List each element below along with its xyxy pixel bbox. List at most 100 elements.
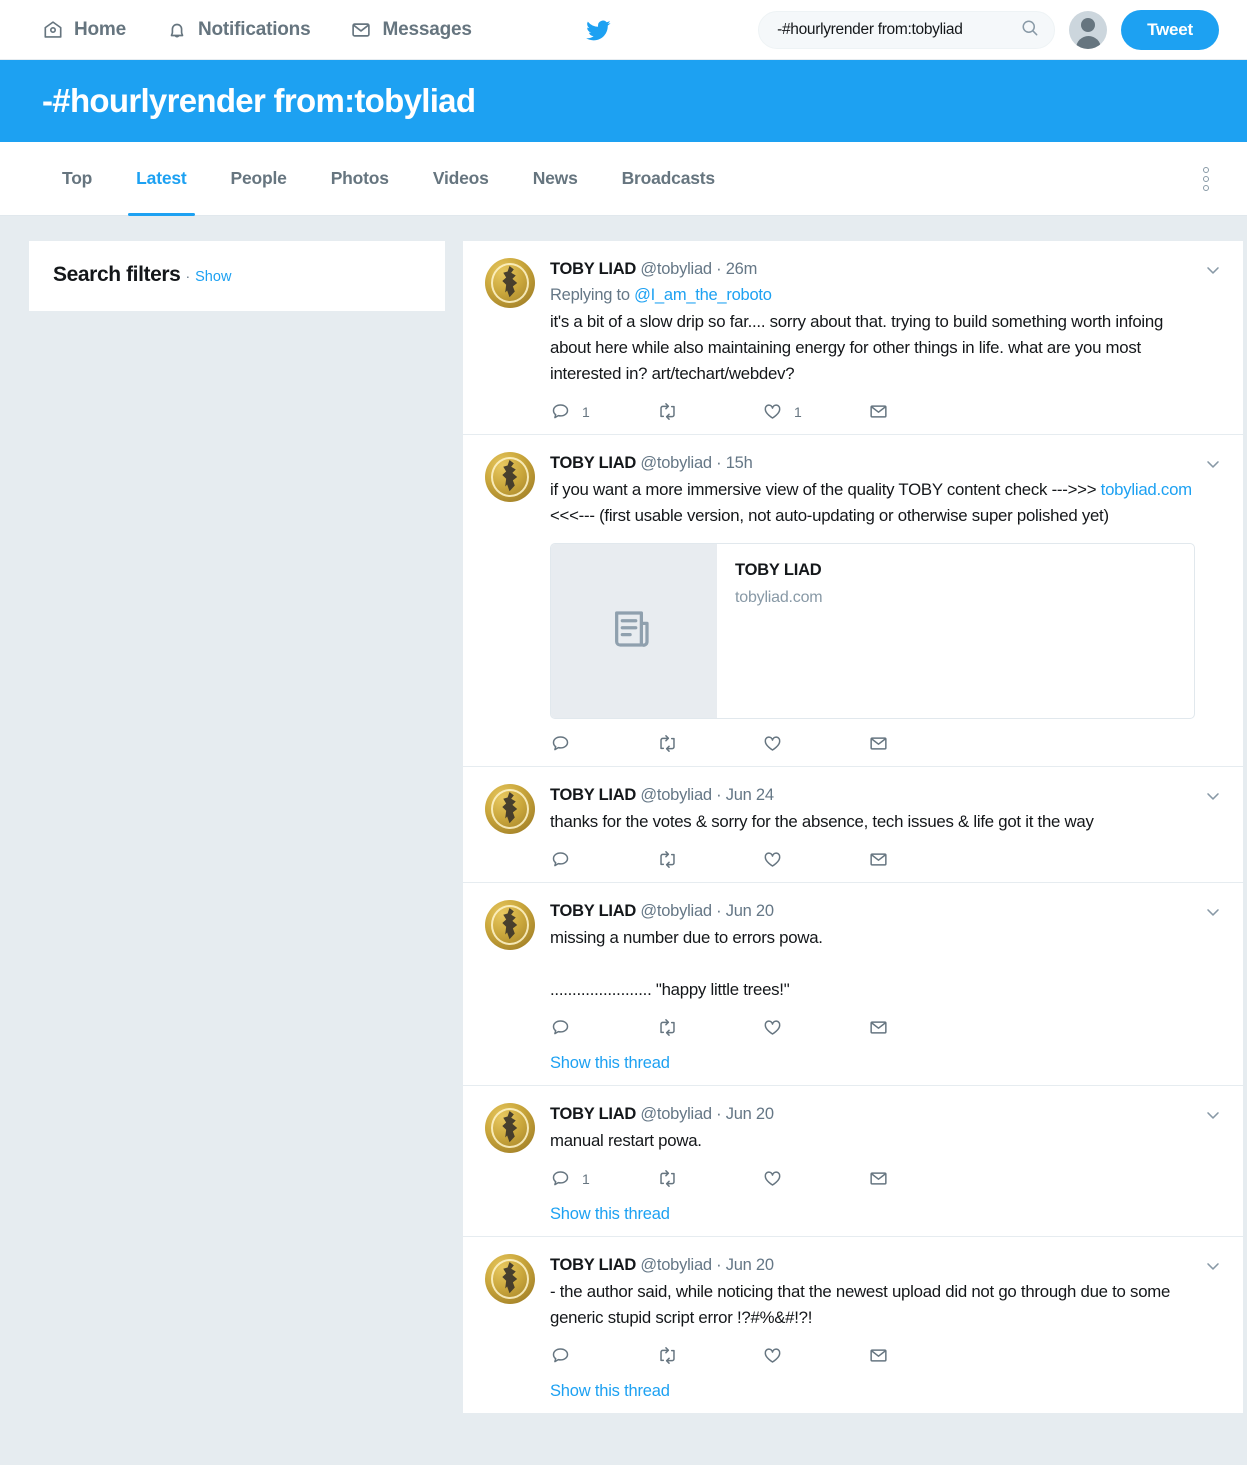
tweet-author-handle[interactable]: @tobyliad <box>640 902 712 920</box>
retweet-icon <box>656 849 679 870</box>
chevron-down-icon[interactable] <box>1203 1256 1223 1276</box>
reply-action[interactable]: 1 <box>550 1168 656 1189</box>
chevron-down-icon[interactable] <box>1203 454 1223 474</box>
tweet-timestamp[interactable]: Jun 24 <box>726 786 774 804</box>
chevron-down-icon[interactable] <box>1203 902 1223 922</box>
tab-videos[interactable]: Videos <box>411 142 511 216</box>
tweet-item[interactable]: TOBY LIAD @tobyliad · Jun 20 manual rest… <box>463 1086 1243 1237</box>
tab-people[interactable]: People <box>209 142 309 216</box>
tab-news[interactable]: News <box>511 142 600 216</box>
nav-item-notifications[interactable]: Notifications <box>166 19 311 41</box>
chevron-down-icon[interactable] <box>1203 260 1223 280</box>
tweet-author-handle[interactable]: @tobyliad <box>640 786 712 804</box>
tweet-text: if you want a more immersive view of the… <box>550 477 1195 529</box>
tab-top[interactable]: Top <box>40 142 114 216</box>
like-action[interactable] <box>762 1345 868 1366</box>
separator: · <box>716 786 722 804</box>
dm-action[interactable] <box>868 401 974 422</box>
dm-action[interactable] <box>868 1345 974 1366</box>
search-tab-bar: Top Latest People Photos Videos News Bro… <box>0 142 1247 216</box>
tweet-author-name[interactable]: TOBY LIAD <box>550 1256 636 1274</box>
account-avatar[interactable] <box>1069 11 1108 49</box>
avatar[interactable] <box>485 1254 535 1304</box>
tab-latest[interactable]: Latest <box>114 142 208 216</box>
tab-photos[interactable]: Photos <box>309 142 411 216</box>
retweet-action[interactable] <box>656 849 762 870</box>
reply-action[interactable] <box>550 1345 656 1366</box>
like-action[interactable] <box>762 733 868 754</box>
tweet-header: TOBY LIAD @tobyliad · Jun 20 <box>550 1103 1195 1125</box>
search-icon[interactable] <box>1020 18 1040 43</box>
reply-action[interactable] <box>550 1017 656 1038</box>
dm-action[interactable] <box>868 1017 974 1038</box>
like-action[interactable] <box>762 1017 868 1038</box>
like-action[interactable] <box>762 1168 868 1189</box>
avatar[interactable] <box>485 784 535 834</box>
tab-broadcasts[interactable]: Broadcasts <box>600 142 737 216</box>
tweet-item[interactable]: TOBY LIAD @tobyliad · Jun 20 - the autho… <box>463 1237 1243 1413</box>
tweet-timestamp[interactable]: Jun 20 <box>726 1105 774 1123</box>
like-action[interactable]: 1 <box>762 401 868 422</box>
show-thread-link[interactable]: Show this thread <box>550 1205 1195 1224</box>
retweet-action[interactable] <box>656 1345 762 1366</box>
tweet-text-line-1: missing a number due to errors powa. <box>550 928 823 947</box>
direct-message-icon <box>868 1017 889 1038</box>
tweet-timestamp[interactable]: 26m <box>726 260 758 278</box>
avatar[interactable] <box>485 452 535 502</box>
overflow-dot <box>1203 166 1209 173</box>
separator: · <box>716 454 722 472</box>
nav-item-home[interactable]: Home <box>42 19 126 41</box>
chevron-down-icon[interactable] <box>1203 786 1223 806</box>
tweet-actions <box>550 849 1195 870</box>
dm-action[interactable] <box>868 1168 974 1189</box>
tweet-timestamp[interactable]: 15h <box>726 454 753 472</box>
tweet-author-handle[interactable]: @tobyliad <box>640 1256 712 1274</box>
avatar[interactable] <box>485 1103 535 1153</box>
tweet-item[interactable]: TOBY LIAD @tobyliad · Jun 20 missing a n… <box>463 883 1243 1086</box>
like-action[interactable] <box>762 849 868 870</box>
overflow-menu-icon[interactable] <box>1203 166 1209 191</box>
search-box[interactable] <box>758 11 1056 49</box>
tweet-header: TOBY LIAD @tobyliad · 15h <box>550 452 1195 474</box>
tweet-author-name[interactable]: TOBY LIAD <box>550 454 636 472</box>
tweet-author-name[interactable]: TOBY LIAD <box>550 902 636 920</box>
tweet-author-name[interactable]: TOBY LIAD <box>550 260 636 278</box>
tweet-author-name[interactable]: TOBY LIAD <box>550 786 636 804</box>
search-filters-card: Search filters · Show <box>28 240 446 312</box>
tweet-button[interactable]: Tweet <box>1121 10 1219 50</box>
retweet-action[interactable] <box>656 1168 762 1189</box>
show-thread-link[interactable]: Show this thread <box>550 1054 1195 1073</box>
tweet-content: TOBY LIAD @tobyliad · Jun 20 missing a n… <box>550 900 1221 1073</box>
reply-action[interactable]: 1 <box>550 401 656 422</box>
search-input[interactable] <box>777 21 1021 39</box>
tweet-timestamp[interactable]: Jun 20 <box>726 1256 774 1274</box>
dm-action[interactable] <box>868 733 974 754</box>
retweet-icon <box>656 1345 679 1366</box>
tweet-author-handle[interactable]: @tobyliad <box>640 260 712 278</box>
retweet-icon <box>656 733 679 754</box>
show-filters-link[interactable]: Show <box>195 269 231 285</box>
show-thread-link[interactable]: Show this thread <box>550 1382 1195 1401</box>
retweet-action[interactable] <box>656 401 762 422</box>
tweet-author-handle[interactable]: @tobyliad <box>640 454 712 472</box>
reply-action[interactable] <box>550 733 656 754</box>
link-preview-card[interactable]: TOBY LIAD tobyliad.com <box>550 543 1195 719</box>
retweet-action[interactable] <box>656 1017 762 1038</box>
chevron-down-icon[interactable] <box>1203 1105 1223 1125</box>
tweet-timestamp[interactable]: Jun 20 <box>726 902 774 920</box>
tweet-item[interactable]: TOBY LIAD @tobyliad · 15h if you want a … <box>463 435 1243 767</box>
tweet-stream: TOBY LIAD @tobyliad · 26m Replying to @I… <box>462 240 1244 1413</box>
dm-action[interactable] <box>868 849 974 870</box>
avatar[interactable] <box>485 900 535 950</box>
tweet-link[interactable]: tobyliad.com <box>1101 480 1192 499</box>
retweet-action[interactable] <box>656 733 762 754</box>
tweet-item[interactable]: TOBY LIAD @tobyliad · 26m Replying to @I… <box>463 241 1243 435</box>
nav-item-messages[interactable]: Messages <box>350 19 472 41</box>
replying-to-handle[interactable]: @I_am_the_roboto <box>634 286 772 304</box>
tweet-item[interactable]: TOBY LIAD @tobyliad · Jun 24 thanks for … <box>463 767 1243 883</box>
tweet-author-name[interactable]: TOBY LIAD <box>550 1105 636 1123</box>
reply-action[interactable] <box>550 849 656 870</box>
tweet-author-handle[interactable]: @tobyliad <box>640 1105 712 1123</box>
twitter-bird-icon[interactable] <box>583 18 613 49</box>
avatar[interactable] <box>485 258 535 308</box>
